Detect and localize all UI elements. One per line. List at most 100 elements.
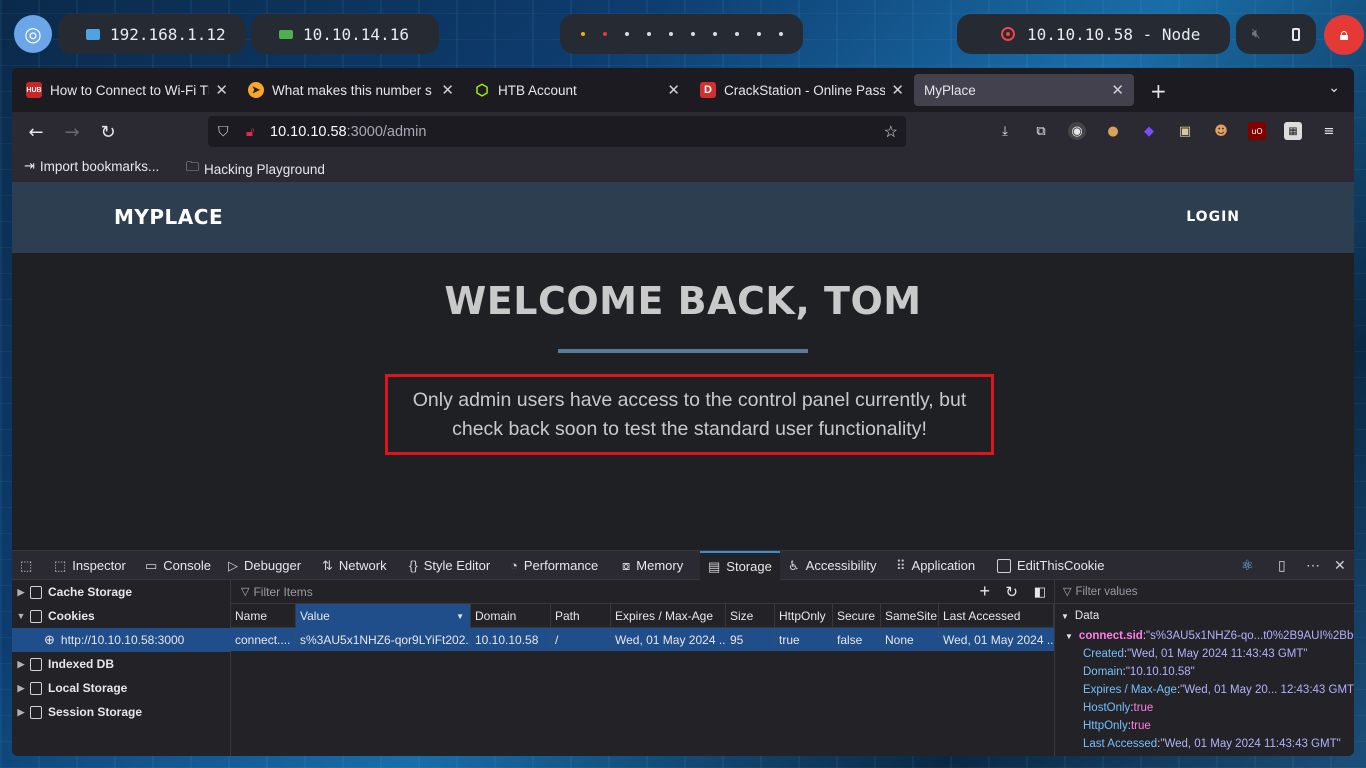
workspace-switcher[interactable]	[560, 14, 803, 54]
tree-item-session-storage[interactable]: ▶ Session Storage	[12, 700, 231, 724]
tab-storage[interactable]: ▤ Storage	[700, 551, 780, 580]
tab-number[interactable]: ➤ What makes this number s ✕	[238, 74, 464, 106]
forward-icon[interactable]: →	[60, 120, 84, 144]
close-tab-icon[interactable]: ✕	[215, 81, 228, 99]
tab-crackstation[interactable]: D CrackStation - Online Passw ✕	[690, 74, 914, 106]
chevron-right-icon[interactable]: ▶	[12, 683, 30, 694]
data-field[interactable]: Created: "Wed, 01 May 2024 11:43:43 GMT"	[1083, 645, 1307, 663]
new-tab-icon[interactable]: +	[1150, 79, 1167, 103]
cell-expires[interactable]: Wed, 01 May 2024 ...	[611, 628, 726, 651]
vpn-ip-indicator[interactable]: 10.10.14.16	[251, 14, 439, 54]
extension-cube-icon[interactable]: ◆	[1140, 122, 1158, 140]
workspace-dot[interactable]	[580, 32, 585, 36]
workspace-dot[interactable]	[624, 32, 629, 36]
col-path[interactable]: Path	[551, 604, 611, 628]
tab-network[interactable]: ⇅ Network	[322, 551, 387, 580]
close-tab-icon[interactable]: ✕	[441, 81, 454, 99]
filter-items-input[interactable]: ▽ Filter Items + ↻ ◧	[231, 580, 1054, 604]
data-section-header[interactable]: ▼ Data	[1061, 607, 1099, 625]
workspace-dot[interactable]	[756, 32, 761, 36]
cell-samesite[interactable]: None	[881, 628, 939, 651]
tree-item-cookies[interactable]: ▼ Cookies	[12, 604, 231, 628]
col-name[interactable]: Name	[231, 604, 296, 628]
tab-style-editor[interactable]: {} Style Editor	[409, 551, 490, 580]
tab-wifi[interactable]: HUB How to Connect to Wi-Fi Th ✕	[16, 74, 238, 106]
filter-values-input[interactable]: ▽ Filter values	[1055, 580, 1354, 604]
col-secure[interactable]: Secure	[833, 604, 881, 628]
tab-memory[interactable]: ⧇ Memory	[622, 551, 683, 580]
close-tab-icon[interactable]: ✕	[891, 81, 904, 99]
cookie-icon[interactable]: ●	[1104, 122, 1122, 140]
react-icon[interactable]: ⚛	[1241, 557, 1254, 574]
col-size[interactable]: Size	[726, 604, 775, 628]
tab-accessibility[interactable]: ♿︎ Accessibility	[788, 551, 876, 580]
workspace-dot[interactable]	[602, 32, 607, 36]
chevron-down-icon[interactable]: ▼	[12, 611, 30, 621]
tab-inspector[interactable]: ⬚ Inspector	[54, 551, 126, 580]
data-field[interactable]: HostOnly: true	[1083, 699, 1153, 717]
tree-item-indexed-db[interactable]: ▶ Indexed DB	[12, 652, 231, 676]
workspace-dot[interactable]	[712, 32, 717, 36]
tab-performance[interactable]: ◔ Performance	[510, 551, 598, 580]
chevron-right-icon[interactable]: ▶	[12, 587, 30, 598]
ublock-icon[interactable]: uO	[1248, 122, 1266, 140]
cell-path[interactable]: /	[551, 628, 611, 651]
chevron-down-icon[interactable]: ⌄	[1328, 80, 1340, 96]
qr-code-icon[interactable]: ▦	[1284, 122, 1302, 140]
col-last-accessed[interactable]: Last Accessed	[939, 604, 1054, 628]
col-expires[interactable]: Expires / Max-Age	[611, 604, 726, 628]
cookie-entry[interactable]: ▼ connect.sid: "s%3AU5x1NHZ6-qo...t0%2B9A…	[1065, 627, 1354, 645]
menu-icon[interactable]: ≡	[1320, 122, 1338, 140]
cell-size[interactable]: 95	[726, 628, 775, 651]
add-cookie-icon[interactable]: +	[979, 581, 990, 602]
bookmark-star-icon[interactable]: ☆	[884, 122, 898, 142]
workspace-dot[interactable]	[646, 32, 651, 36]
muted-speaker-icon[interactable]: 🔇︎	[1252, 26, 1261, 42]
shield-icon[interactable]: ⛉	[218, 123, 229, 140]
reload-icon[interactable]: ↻	[96, 120, 120, 144]
col-value[interactable]: Value ▼	[296, 604, 471, 628]
tab-editthiscookie[interactable]: EditThisCookie	[997, 551, 1104, 580]
close-devtools-icon[interactable]: ✕	[1334, 557, 1346, 574]
url-bar[interactable]: ⛉ 🔓︎ 10.10.10.58:3000/admin ☆	[208, 116, 906, 147]
chevron-right-icon[interactable]: ▶	[12, 659, 30, 670]
insecure-lock-icon[interactable]: 🔓︎	[246, 124, 254, 140]
download-icon[interactable]: ⤓	[996, 122, 1014, 140]
chevron-right-icon[interactable]: ▶	[12, 707, 30, 718]
workspace-dot[interactable]	[778, 32, 783, 36]
tab-myplace[interactable]: MyPlace ✕	[914, 74, 1134, 106]
workspace-dot[interactable]	[734, 32, 739, 36]
tab-debugger[interactable]: ▷ Debugger	[228, 551, 301, 580]
bookmark-folder-hacking[interactable]: 🗀 Hacking Playground	[186, 158, 325, 180]
cell-value[interactable]: s%3AU5x1NHZ6-qor9LYiFt202...	[296, 628, 471, 651]
extensions-icon[interactable]: ⧉	[1032, 122, 1050, 140]
table-row[interactable]: connect.... s%3AU5x1NHZ6-qor9LYiFt202...…	[231, 628, 1054, 651]
target-indicator[interactable]: 10.10.10.58 - Node	[957, 14, 1230, 54]
tab-application[interactable]: ⠿ Application	[896, 551, 975, 580]
element-picker-icon[interactable]: ⬚	[20, 551, 38, 580]
tree-item-local-storage[interactable]: ▶ Local Storage	[12, 676, 231, 700]
close-tab-icon[interactable]: ✕	[667, 81, 680, 99]
cell-httponly[interactable]: true	[775, 628, 833, 651]
col-samesite[interactable]: SameSite	[881, 604, 939, 628]
import-bookmarks-link[interactable]: ⇥ Import bookmarks...	[24, 158, 159, 174]
lock-screen-icon[interactable]: 🔒︎	[1324, 15, 1364, 55]
local-ip-indicator[interactable]: 192.168.1.12	[58, 14, 246, 54]
extension-glasses-icon[interactable]: ◉	[1068, 122, 1086, 140]
system-tray[interactable]: 🔇︎	[1236, 14, 1316, 54]
site-brand[interactable]: MYPLACE	[114, 205, 223, 229]
col-domain[interactable]: Domain	[471, 604, 551, 628]
tree-item-cookie-origin[interactable]: ⊕ http://10.10.10.58:3000	[12, 628, 231, 652]
battery-icon[interactable]	[1292, 27, 1301, 41]
back-icon[interactable]: ←	[24, 120, 48, 144]
col-httponly[interactable]: HttpOnly	[775, 604, 833, 628]
extension-avatar-icon[interactable]: ☻	[1212, 122, 1230, 140]
cell-domain[interactable]: 10.10.10.58	[471, 628, 551, 651]
tab-console[interactable]: ▭ Console	[145, 551, 211, 580]
workspace-dot[interactable]	[668, 32, 673, 36]
dock-icon[interactable]: ▯	[1278, 557, 1286, 574]
data-field[interactable]: Expires / Max-Age: "Wed, 01 May 20... 12:…	[1083, 681, 1354, 699]
distro-logo-icon[interactable]: ◎	[14, 15, 52, 53]
data-field[interactable]: HttpOnly: true	[1083, 717, 1151, 735]
sidebar-toggle-icon[interactable]: ◧	[1034, 584, 1046, 600]
